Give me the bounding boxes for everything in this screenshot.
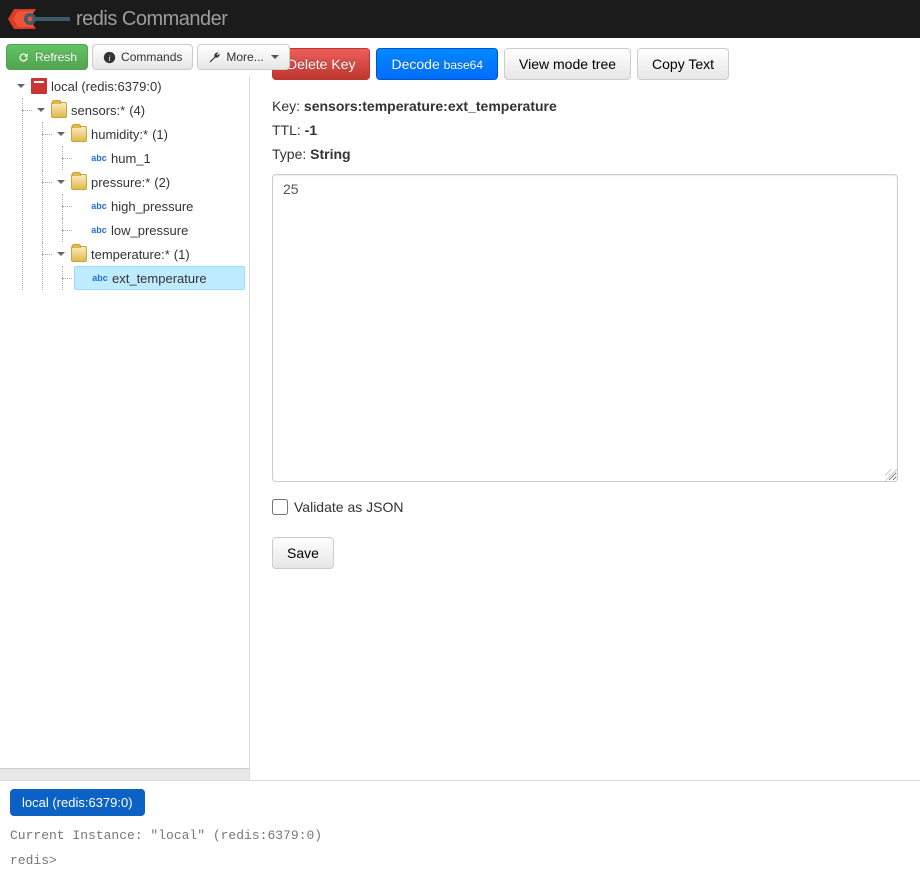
commands-button[interactable]: i Commands: [92, 44, 193, 70]
console-panel: local (redis:6379:0) Current Instance: "…: [0, 780, 920, 872]
tree-count: (1): [174, 247, 190, 262]
tree-node-hum_1[interactable]: abc hum_1: [74, 146, 245, 170]
key-detail-panel: Delete Key Decode base64 View mode tree …: [250, 38, 920, 780]
folder-icon: [71, 174, 87, 190]
string-key-icon: abc: [91, 198, 107, 214]
tree-label: pressure:*: [91, 175, 150, 190]
tree-label: high_pressure: [111, 199, 193, 214]
ttl-label: TTL:: [272, 122, 301, 138]
app-title: redis Commander: [76, 8, 227, 31]
decode-sublabel: base64: [444, 58, 483, 72]
caret-down-icon: [271, 55, 279, 59]
refresh-icon: [17, 51, 30, 64]
sidebar-resize-handle[interactable]: [0, 768, 249, 780]
expander-icon: [37, 108, 45, 112]
tree-count: (2): [154, 175, 170, 190]
tree-label: low_pressure: [111, 223, 188, 238]
wrench-icon: [208, 51, 221, 64]
view-mode-button[interactable]: View mode tree: [504, 48, 631, 80]
type-label: Type:: [272, 146, 306, 162]
expander-icon: [57, 132, 65, 136]
app-logo: [8, 5, 72, 33]
refresh-button[interactable]: Refresh: [6, 44, 88, 70]
decode-button[interactable]: Decode base64: [376, 48, 498, 80]
sidebar: local (redis:6379:0) sensors:* (4): [0, 38, 250, 780]
instance-tab[interactable]: local (redis:6379:0): [10, 789, 145, 816]
console-output: Current Instance: "local" (redis:6379:0): [10, 828, 910, 843]
tree-node-temperature[interactable]: temperature:* (1): [54, 242, 245, 266]
ttl-value: -1: [305, 122, 317, 138]
value-textarea[interactable]: 25: [272, 174, 898, 482]
tree-node-high_pressure[interactable]: abc high_pressure: [74, 194, 245, 218]
copy-text-button[interactable]: Copy Text: [637, 48, 729, 80]
refresh-label: Refresh: [35, 48, 77, 66]
tree-count: (4): [129, 103, 145, 118]
expander-icon: [17, 84, 25, 88]
tree-node-pressure[interactable]: pressure:* (2): [54, 170, 245, 194]
info-icon: i: [103, 51, 116, 64]
tree-label: local (redis:6379:0): [51, 79, 162, 94]
action-row: Delete Key Decode base64 View mode tree …: [272, 48, 898, 80]
string-key-icon: abc: [92, 270, 108, 286]
key-tree: local (redis:6379:0) sensors:* (4): [0, 74, 249, 768]
key-label: Key:: [272, 98, 300, 114]
tree-label: hum_1: [111, 151, 151, 166]
commands-label: Commands: [121, 48, 182, 66]
expander-icon: [57, 180, 65, 184]
string-key-icon: abc: [91, 150, 107, 166]
folder-icon: [71, 126, 87, 142]
folder-icon: [51, 102, 67, 118]
string-key-icon: abc: [91, 222, 107, 238]
validate-row: Validate as JSON: [272, 499, 898, 515]
sidebar-toolbar: Refresh i Commands More...: [0, 38, 250, 76]
key-value: sensors:temperature:ext_temperature: [304, 98, 557, 114]
tree-node-ext_temperature[interactable]: abc ext_temperature: [74, 266, 245, 290]
tree-label: humidity:*: [91, 127, 148, 142]
app-header: redis Commander: [0, 0, 920, 38]
folder-icon: [71, 246, 87, 262]
tree-node-sensors[interactable]: sensors:* (4): [34, 98, 245, 122]
expander-icon: [57, 252, 65, 256]
more-button[interactable]: More...: [197, 44, 289, 70]
tree-node-low_pressure[interactable]: abc low_pressure: [74, 218, 245, 242]
key-meta-key: Key: sensors:temperature:ext_temperature: [272, 98, 898, 114]
tree-node-database[interactable]: local (redis:6379:0): [14, 74, 245, 98]
type-value: String: [310, 146, 350, 162]
console-prompt[interactable]: redis>: [10, 853, 910, 868]
more-label: More...: [226, 48, 263, 66]
validate-json-checkbox[interactable]: [272, 499, 288, 515]
tree-count: (1): [152, 127, 168, 142]
svg-text:i: i: [108, 53, 110, 62]
key-meta-type: Type: String: [272, 146, 898, 162]
tree-label: sensors:*: [71, 103, 125, 118]
key-meta-ttl: TTL: -1: [272, 122, 898, 138]
tree-label: temperature:*: [91, 247, 170, 262]
tree-label: ext_temperature: [112, 271, 207, 286]
validate-json-label: Validate as JSON: [294, 499, 403, 515]
database-icon: [31, 78, 47, 94]
decode-label: Decode: [391, 56, 439, 72]
save-button[interactable]: Save: [272, 537, 334, 569]
tree-node-humidity[interactable]: humidity:* (1): [54, 122, 245, 146]
